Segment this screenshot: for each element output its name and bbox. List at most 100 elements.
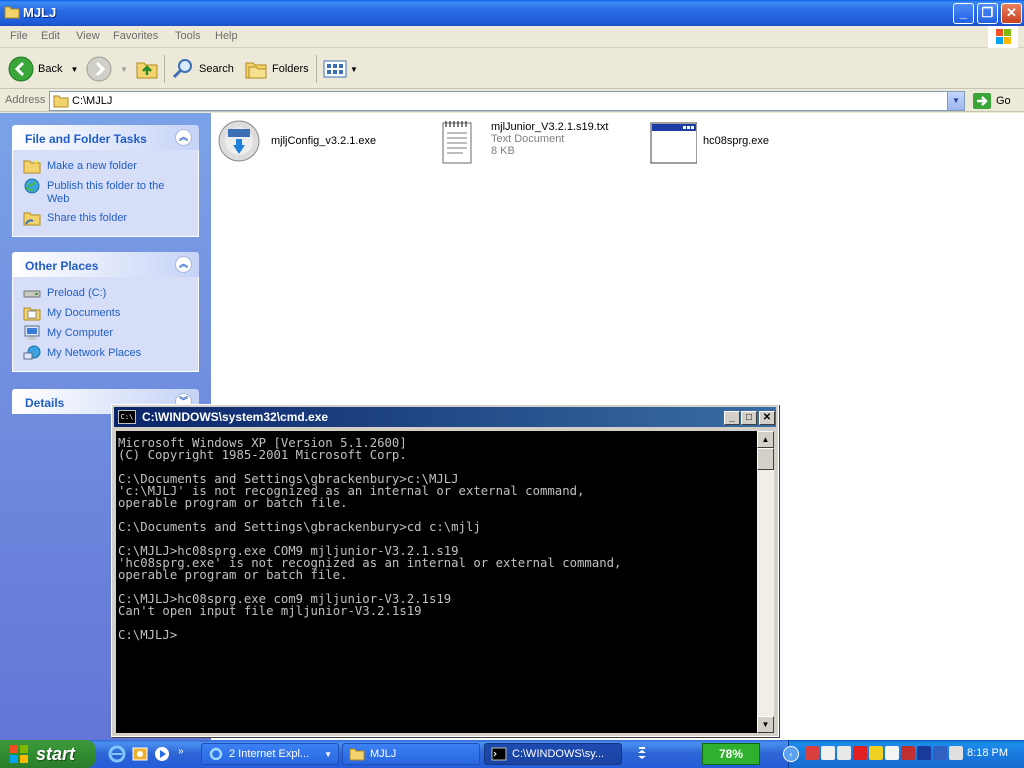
up-folder-icon bbox=[136, 62, 158, 79]
go-button[interactable]: Go bbox=[972, 92, 1011, 110]
file-folder-tasks-header[interactable]: File and Folder Tasks ︽ bbox=[12, 125, 199, 150]
views-button[interactable]: ▼ bbox=[323, 54, 358, 84]
file-name: mjlJunior_V3.2.1.s19.txt bbox=[491, 121, 609, 133]
console-line: C:\MJLJ> bbox=[118, 628, 178, 642]
window-title: MJLJ bbox=[23, 5, 57, 20]
tray-update-icon[interactable] bbox=[901, 746, 915, 760]
language-arrows-icon[interactable] bbox=[636, 745, 648, 763]
address-input[interactable]: C:\MJLJ ▼ bbox=[49, 91, 965, 111]
task-label: MJLJ bbox=[370, 748, 397, 760]
minimize-button[interactable]: _ bbox=[953, 3, 974, 24]
collapse-icon[interactable]: ︽ bbox=[175, 129, 192, 146]
other-places-header[interactable]: Other Places ︽ bbox=[12, 252, 199, 277]
installer-icon bbox=[218, 120, 260, 162]
standard-toolbar: Back ▼ ▼ Search Folders ▼ bbox=[0, 49, 1024, 89]
show-hidden-icons-icon[interactable]: ‹ bbox=[783, 746, 799, 762]
go-arrow-icon bbox=[973, 93, 991, 109]
tray-monitor-icon[interactable] bbox=[917, 746, 931, 760]
taskbar: start » 2 Internet Expl... ▼ MJLJ C:\WIN… bbox=[0, 740, 1024, 768]
file-type: Text Document bbox=[491, 133, 565, 145]
my-documents-icon bbox=[23, 307, 41, 321]
menu-file[interactable]: File bbox=[10, 30, 28, 42]
console-scrollbar[interactable]: ▲ ▼ bbox=[757, 431, 774, 733]
place-my-documents[interactable]: My Documents bbox=[13, 303, 198, 323]
address-value: C:\MJLJ bbox=[72, 95, 113, 107]
cmd-icon bbox=[491, 747, 507, 761]
battery-indicator[interactable]: 78% bbox=[702, 743, 760, 765]
views-icon bbox=[323, 60, 347, 78]
tray-device-icon[interactable] bbox=[933, 746, 947, 760]
place-my-computer[interactable]: My Computer bbox=[13, 323, 198, 343]
media-player-icon[interactable] bbox=[153, 745, 171, 763]
cmd-close-button[interactable]: ✕ bbox=[759, 411, 775, 425]
file-folder-tasks-panel: File and Folder Tasks ︽ Make a new folde… bbox=[12, 125, 199, 237]
cmd-maximize-button[interactable]: □ bbox=[741, 411, 757, 425]
back-button[interactable]: Back ▼ bbox=[8, 54, 78, 84]
panel-title: Other Places bbox=[25, 259, 99, 273]
console-output[interactable]: Microsoft Windows XP [Version 5.1.2600](… bbox=[116, 431, 757, 733]
task-mjlj-folder[interactable]: MJLJ bbox=[342, 743, 480, 765]
tray-speaker-icon[interactable] bbox=[837, 746, 851, 760]
task-make-folder[interactable]: Make a new folder bbox=[13, 156, 198, 176]
collapse-icon[interactable]: ︽ bbox=[175, 256, 192, 273]
tray-antivirus-icon[interactable] bbox=[821, 746, 835, 760]
task-share-folder[interactable]: Share this folder bbox=[13, 208, 198, 228]
close-button[interactable]: ✕ bbox=[1001, 3, 1022, 24]
panel-title: File and Folder Tasks bbox=[25, 132, 147, 146]
tray-alert-icon[interactable] bbox=[885, 746, 899, 760]
menu-help[interactable]: Help bbox=[215, 30, 238, 42]
console-line: operable program or batch file. bbox=[118, 568, 348, 582]
task-label: Share this folder bbox=[47, 212, 128, 224]
tray-network-icon[interactable] bbox=[805, 746, 819, 760]
forward-button[interactable]: ▼ bbox=[86, 54, 128, 84]
tray-power-icon[interactable] bbox=[869, 746, 883, 760]
restore-button[interactable]: ❐ bbox=[977, 3, 998, 24]
cmd-minimize-button[interactable]: _ bbox=[724, 411, 740, 425]
address-bar: Address C:\MJLJ ▼ Go bbox=[0, 90, 1024, 112]
console-line: C:\Documents and Settings\gbrackenbury>c… bbox=[118, 520, 481, 534]
menu-favorites[interactable]: Favorites bbox=[113, 30, 158, 42]
file-mjljconfig[interactable]: mjljConfig_v3.2.1.exe bbox=[217, 119, 376, 167]
task-label: Make a new folder bbox=[47, 160, 137, 172]
folder-icon bbox=[4, 6, 20, 19]
up-folder-button[interactable] bbox=[135, 54, 159, 84]
scroll-thumb[interactable] bbox=[757, 448, 774, 470]
scroll-down-icon[interactable]: ▼ bbox=[757, 716, 774, 733]
task-publish-web[interactable]: Publish this folder to the Web bbox=[13, 176, 198, 208]
cmd-window[interactable]: C:\ C:\WINDOWS\system32\cmd.exe _ □ ✕ Mi… bbox=[111, 404, 779, 737]
cmd-titlebar[interactable]: C:\ C:\WINDOWS\system32\cmd.exe _ □ ✕ bbox=[114, 407, 776, 427]
task-label: 2 Internet Expl... bbox=[229, 748, 310, 760]
address-dropdown-icon[interactable]: ▼ bbox=[947, 92, 964, 110]
folders-button[interactable]: Folders bbox=[244, 54, 309, 84]
file-mjljunior-txt[interactable]: mjlJunior_V3.2.1.s19.txt Text Document 8… bbox=[437, 119, 608, 167]
search-label: Search bbox=[199, 63, 234, 75]
menu-view[interactable]: View bbox=[76, 30, 100, 42]
views-dropdown-icon[interactable]: ▼ bbox=[350, 65, 358, 74]
folders-label: Folders bbox=[272, 63, 309, 75]
go-label: Go bbox=[996, 95, 1011, 107]
place-my-network[interactable]: My Network Places bbox=[13, 343, 198, 363]
start-label: start bbox=[36, 743, 76, 764]
menu-edit[interactable]: Edit bbox=[41, 30, 60, 42]
explorer-titlebar[interactable]: MJLJ _ ❐ ✕ bbox=[0, 0, 1024, 26]
place-preload-c[interactable]: Preload (C:) bbox=[13, 283, 198, 303]
back-dropdown-icon[interactable]: ▼ bbox=[70, 65, 78, 74]
menu-tools[interactable]: Tools bbox=[175, 30, 201, 42]
scroll-up-icon[interactable]: ▲ bbox=[757, 431, 774, 448]
task-cmd[interactable]: C:\WINDOWS\sy... bbox=[484, 743, 622, 765]
clock[interactable]: 8:18 PM bbox=[967, 747, 1008, 759]
outlook-icon[interactable] bbox=[131, 745, 149, 763]
network-places-icon bbox=[23, 345, 41, 360]
forward-dropdown-icon[interactable]: ▼ bbox=[120, 65, 128, 74]
task-internet-explorer[interactable]: 2 Internet Expl... ▼ bbox=[201, 743, 339, 765]
file-hc08sprg[interactable]: hc08sprg.exe bbox=[649, 119, 769, 167]
other-places-panel: Other Places ︽ Preload (C:) My Documents… bbox=[12, 252, 199, 372]
tray-display-icon[interactable] bbox=[949, 746, 963, 760]
internet-explorer-icon[interactable] bbox=[108, 745, 126, 763]
quicklaunch-more-icon[interactable]: » bbox=[178, 746, 184, 757]
tray-security-icon[interactable] bbox=[853, 746, 867, 760]
start-button[interactable]: start bbox=[0, 740, 96, 768]
address-label: Address bbox=[5, 94, 46, 106]
search-button[interactable]: Search bbox=[171, 54, 234, 84]
place-label: My Network Places bbox=[47, 347, 142, 359]
